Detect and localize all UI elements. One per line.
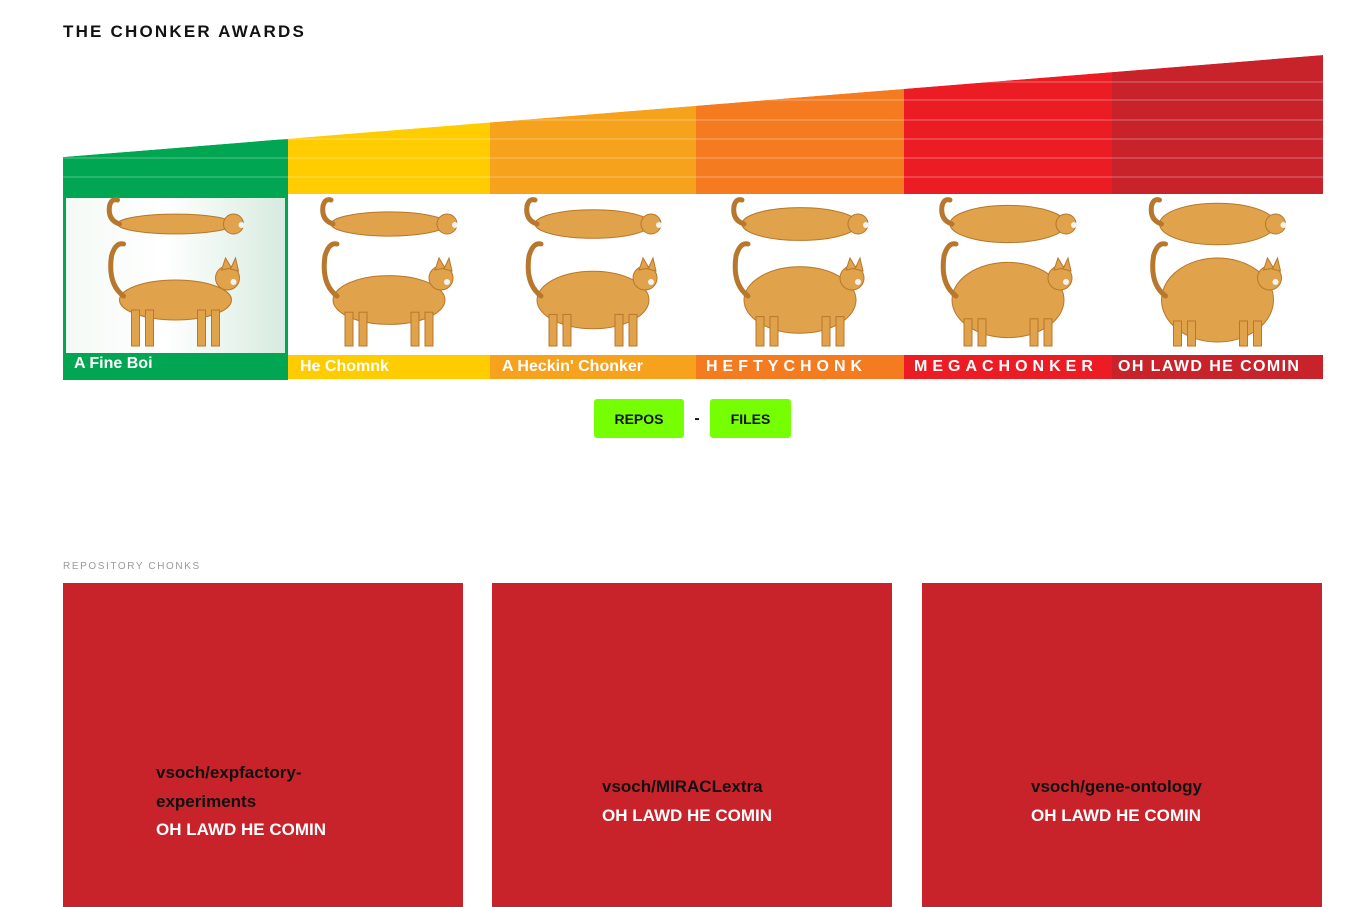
category-label-fine-boi[interactable]: A Fine Boi [63,353,288,380]
repo-name: vsoch/expfactory-experiments [156,763,302,811]
files-button[interactable]: FILES [710,399,791,438]
category-label-heckin-chonker[interactable]: A Heckin' Chonker [490,355,696,379]
chonk-scale: A Fine Boi He Chomnk A Heckin' Chonker H… [63,52,1323,380]
page-title: THE CHONKER AWARDS [63,22,306,41]
repo-name: vsoch/MIRACLextra [602,777,763,796]
scale-band [904,72,1112,194]
chonky-cat-icon [106,197,245,347]
chonk-rank: OH LAWD HE COMIN [156,820,326,839]
chonk-rank: OH LAWD HE COMIN [602,805,772,825]
category-label-megachonker[interactable]: MEGACHONKER [904,355,1112,379]
repo-card[interactable]: vsoch/MIRACLextra OH LAWD HE COMIN [492,583,892,907]
repo-card[interactable]: vsoch/gene-ontology OH LAWD HE COMIN [922,583,1322,907]
view-toggle: REPOS - FILES [594,399,791,438]
category-label-oh-lawd[interactable]: OH LAWD HE COMIN [1112,355,1323,379]
repos-button[interactable]: REPOS [594,399,684,438]
chonk-scale-graphic [63,52,1323,347]
chonky-cat-icon [731,197,869,347]
toggle-separator: - [694,409,700,427]
chonky-cat-icon [320,197,458,347]
scale-band [696,88,904,194]
chonky-cat-icon [939,197,1077,347]
section-label: REPOSITORY CHONKS [63,561,201,572]
chonk-rank: OH LAWD HE COMIN [1031,805,1201,825]
scale-band-stem [63,194,288,198]
scale-band [1112,55,1323,194]
category-label-heftychonk[interactable]: HEFTYCHONK [696,355,904,379]
repo-card[interactable]: vsoch/expfactory-experiments OH LAWD HE … [63,583,463,907]
repo-name: vsoch/gene-ontology [1031,777,1202,796]
chonky-cat-icon [524,197,662,347]
category-label-he-chomnk[interactable]: He Chomnk [288,355,490,379]
chonky-cat-icon [1148,197,1287,347]
